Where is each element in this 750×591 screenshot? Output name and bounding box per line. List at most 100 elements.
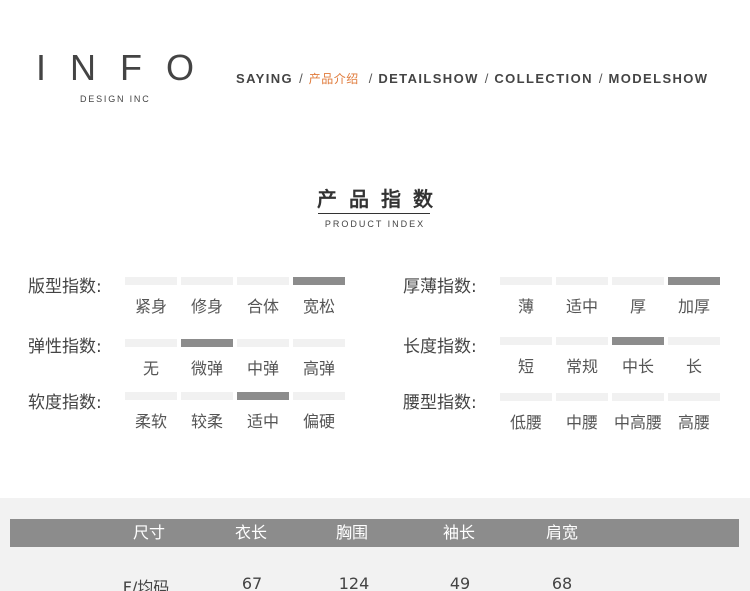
elasticity-option-bar bbox=[293, 339, 345, 347]
waist-index-scale: 低腰 中腰 中高腰 高腰 bbox=[500, 393, 724, 433]
softness-option: 柔软 bbox=[125, 392, 177, 432]
waist-option-bar bbox=[668, 393, 720, 401]
elasticity-option-label: 中弹 bbox=[246, 359, 279, 378]
length-option-label: 常规 bbox=[565, 357, 598, 376]
section-title: 产品指数 bbox=[317, 187, 445, 211]
nav-separator: / bbox=[484, 71, 489, 86]
length-option: 常规 bbox=[556, 337, 608, 377]
fit-option-bar bbox=[237, 277, 289, 285]
size-table-header: 尺寸 衣长 胸围 袖长 肩宽 bbox=[10, 519, 739, 547]
waist-option-bar bbox=[556, 393, 608, 401]
waist-option: 中腰 bbox=[556, 393, 608, 433]
elasticity-option-label: 无 bbox=[142, 359, 159, 378]
elasticity-index-scale: 无 微弹 中弹 高弹 bbox=[125, 339, 349, 379]
thickness-index-scale: 薄 适中 厚 加厚 bbox=[500, 277, 724, 317]
thickness-index-label: 厚薄指数: bbox=[403, 277, 477, 297]
elasticity-option-bar bbox=[125, 339, 177, 347]
size-header-cell: 胸围 bbox=[335, 523, 369, 542]
length-option-label: 长 bbox=[685, 357, 702, 376]
elasticity-option-label: 高弹 bbox=[302, 359, 335, 378]
softness-option-label: 较柔 bbox=[190, 412, 223, 431]
fit-option-bar bbox=[293, 277, 345, 285]
waist-index-label: 腰型指数: bbox=[403, 393, 477, 413]
fit-index-label: 版型指数: bbox=[28, 277, 102, 297]
length-option-label: 短 bbox=[517, 357, 534, 376]
nav-separator: / bbox=[598, 71, 603, 86]
softness-option-bar bbox=[125, 392, 177, 400]
fit-option: 宽松 bbox=[293, 277, 345, 317]
softness-index-label: 软度指数: bbox=[28, 393, 102, 413]
fit-option-label: 宽松 bbox=[302, 297, 335, 316]
fit-option-label: 合体 bbox=[246, 297, 279, 316]
length-index-scale: 短 常规 中长 长 bbox=[500, 337, 724, 377]
thickness-option-bar bbox=[556, 277, 608, 285]
length-option: 中长 bbox=[612, 337, 664, 377]
size-header-cell: 袖长 bbox=[442, 523, 476, 542]
fit-index-scale: 紧身 修身 合体 宽松 bbox=[125, 277, 349, 317]
thickness-option-bar bbox=[612, 277, 664, 285]
elasticity-option: 微弹 bbox=[181, 339, 233, 379]
softness-option-label: 偏硬 bbox=[302, 412, 335, 431]
fit-option-bar bbox=[181, 277, 233, 285]
thickness-option-label: 加厚 bbox=[677, 297, 710, 316]
thickness-option: 适中 bbox=[556, 277, 608, 317]
waist-option-label: 高腰 bbox=[677, 413, 710, 432]
nav-separator: / bbox=[368, 71, 373, 86]
size-table-cell: 49 bbox=[449, 574, 471, 591]
thickness-option: 厚 bbox=[612, 277, 664, 317]
section-subtitle: PRODUCT INDEX bbox=[324, 219, 426, 229]
length-option-bar bbox=[556, 337, 608, 345]
brand-logo: INFO DESIGN INC bbox=[36, 47, 218, 105]
thickness-option-label: 厚 bbox=[629, 297, 646, 316]
waist-option: 高腰 bbox=[668, 393, 720, 433]
nav-item-product-intro[interactable]: 产品介绍 bbox=[309, 70, 359, 87]
fit-option-bar bbox=[125, 277, 177, 285]
nav-item-saying[interactable]: SAYING bbox=[236, 71, 293, 86]
fit-option: 合体 bbox=[237, 277, 289, 317]
nav-item-detailshow[interactable]: DETAILSHOW bbox=[378, 71, 478, 86]
thickness-option-label: 适中 bbox=[565, 297, 598, 316]
size-header-cell: 尺寸 bbox=[132, 523, 166, 542]
fit-option-label: 紧身 bbox=[134, 297, 167, 316]
brand-title: INFO bbox=[36, 47, 218, 88]
section-divider bbox=[318, 213, 430, 214]
length-index-label: 长度指数: bbox=[403, 337, 477, 357]
length-option: 短 bbox=[500, 337, 552, 377]
softness-index-scale: 柔软 较柔 适中 偏硬 bbox=[125, 392, 349, 432]
elasticity-index-label: 弹性指数: bbox=[28, 337, 102, 357]
waist-option-bar bbox=[612, 393, 664, 401]
size-header-cell: 衣长 bbox=[234, 523, 268, 542]
elasticity-option-label: 微弹 bbox=[190, 359, 223, 378]
length-option: 长 bbox=[668, 337, 720, 377]
thickness-option: 加厚 bbox=[668, 277, 720, 317]
length-option-bar bbox=[668, 337, 720, 345]
size-table-cell: 67 bbox=[241, 574, 263, 591]
thickness-option: 薄 bbox=[500, 277, 552, 317]
top-nav: SAYING / 产品介绍 / DETAILSHOW / COLLECTION … bbox=[236, 70, 708, 87]
waist-option: 低腰 bbox=[500, 393, 552, 433]
waist-option: 中高腰 bbox=[612, 393, 664, 433]
softness-option-bar bbox=[237, 392, 289, 400]
size-header-cell: 肩宽 bbox=[545, 523, 579, 542]
softness-option: 较柔 bbox=[181, 392, 233, 432]
softness-option-bar bbox=[181, 392, 233, 400]
softness-option-label: 柔软 bbox=[134, 412, 167, 431]
nav-item-modelshow[interactable]: MODELSHOW bbox=[609, 71, 709, 86]
fit-option: 修身 bbox=[181, 277, 233, 317]
thickness-option-bar bbox=[668, 277, 720, 285]
waist-option-label: 中高腰 bbox=[613, 413, 662, 432]
size-table-cell: 68 bbox=[551, 574, 573, 591]
elasticity-option-bar bbox=[181, 339, 233, 347]
thickness-option-label: 薄 bbox=[517, 297, 534, 316]
waist-option-bar bbox=[500, 393, 552, 401]
softness-option: 适中 bbox=[237, 392, 289, 432]
nav-separator: / bbox=[299, 71, 303, 86]
nav-item-collection[interactable]: COLLECTION bbox=[494, 71, 593, 86]
size-table-cell: F/均码 bbox=[122, 578, 170, 591]
waist-option-label: 低腰 bbox=[509, 413, 542, 432]
waist-option-label: 中腰 bbox=[565, 413, 598, 432]
thickness-option-bar bbox=[500, 277, 552, 285]
fit-option: 紧身 bbox=[125, 277, 177, 317]
softness-option: 偏硬 bbox=[293, 392, 345, 432]
fit-option-label: 修身 bbox=[190, 297, 223, 316]
